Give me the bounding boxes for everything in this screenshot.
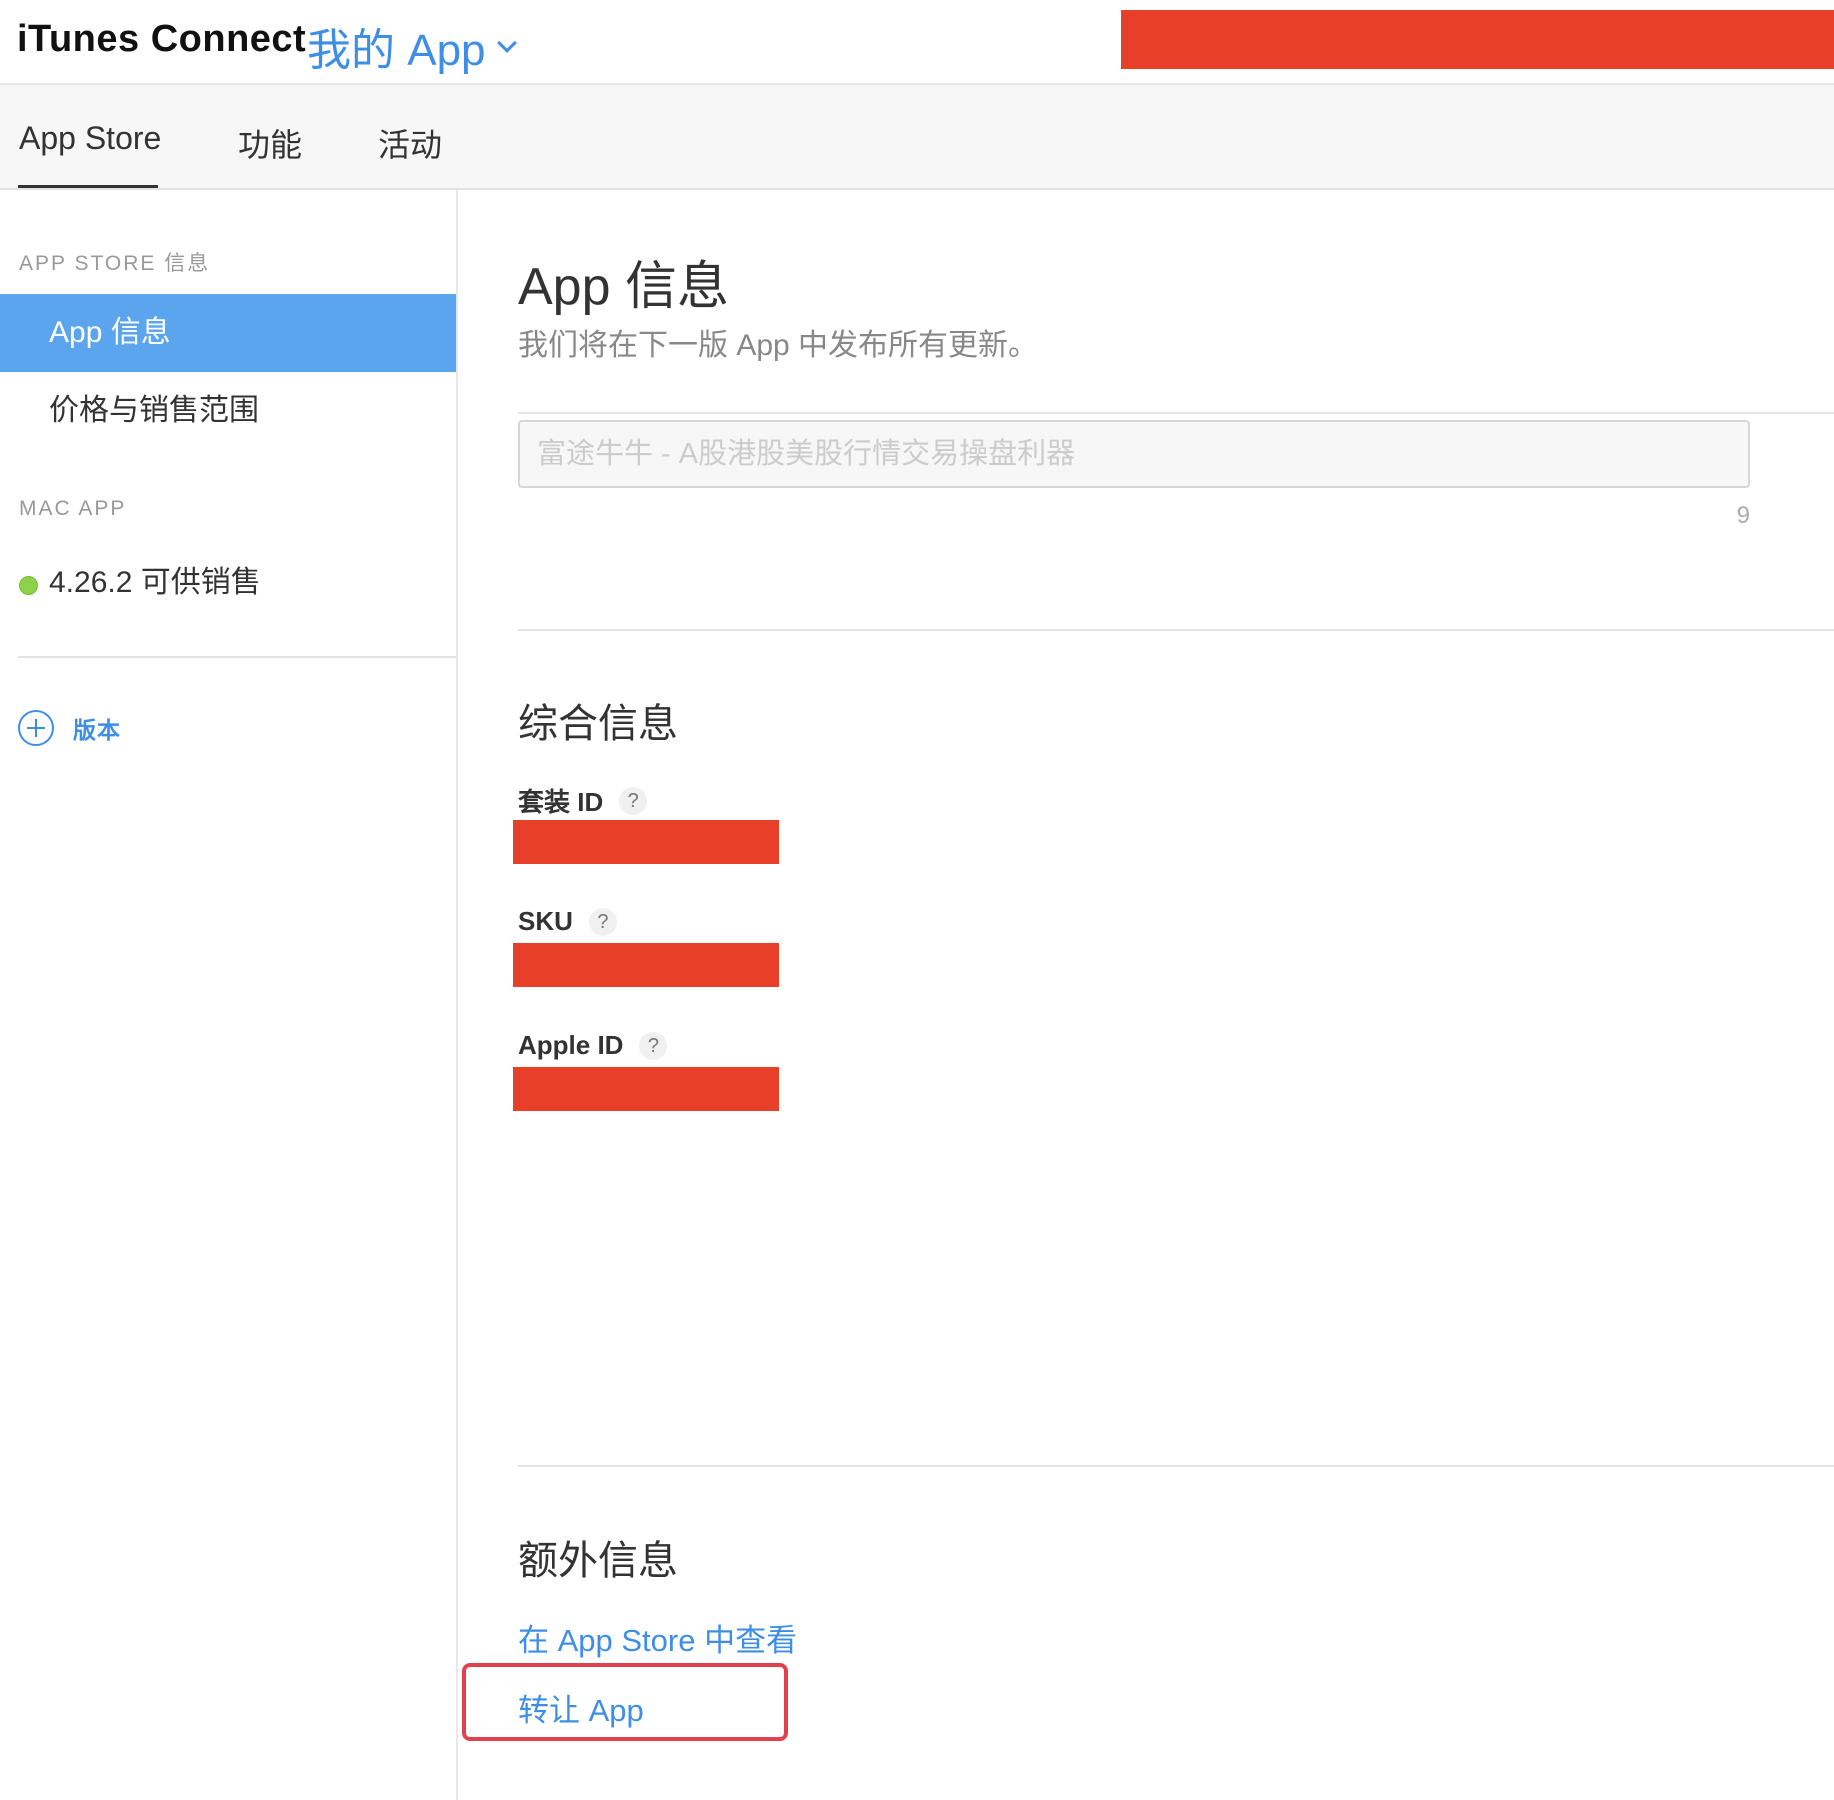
sidebar: APP STORE 信息 App 信息 价格与销售范围 MAC APP 4.26… [0, 190, 458, 1800]
char-count: 9 [1736, 502, 1750, 529]
sku-label-text: SKU [518, 906, 573, 936]
sidebar-item-pricing[interactable]: 价格与销售范围 [0, 372, 456, 450]
sidebar-item-app-info[interactable]: App 信息 [0, 294, 456, 372]
help-icon[interactable]: ? [588, 907, 617, 936]
help-icon[interactable]: ? [639, 1031, 668, 1060]
add-version-label: 版本 [73, 717, 121, 743]
app-name-input[interactable] [518, 420, 1750, 488]
tab-bar: App Store 功能 活动 [0, 85, 1834, 190]
transfer-app-highlight [462, 1663, 788, 1741]
my-apps-menu[interactable]: 我的 App [307, 14, 517, 78]
main-content: App 信息 我们将在下一版 App 中发布所有更新。 9 综合信息 套装 ID… [458, 190, 1834, 1800]
tab-features[interactable]: 功能 [238, 120, 302, 166]
page: iTunes Connect 我的 App App Store 功能 活动 AP… [0, 0, 1834, 1800]
divider [518, 412, 1834, 414]
chevron-down-icon [496, 33, 517, 53]
divider [518, 1465, 1834, 1467]
view-on-app-store-link[interactable]: 在 App Store 中查看 [518, 1615, 797, 1660]
general-info-title: 综合信息 [518, 702, 678, 746]
sku-label: SKU ? [518, 906, 617, 937]
additional-info-title: 额外信息 [518, 1539, 678, 1583]
page-subtitle: 我们将在下一版 App 中发布所有更新。 [518, 329, 1039, 362]
apple-id-label: Apple ID ? [518, 1030, 668, 1061]
redacted-bundle-id [513, 820, 779, 864]
top-bar: iTunes Connect 我的 App [0, 0, 1834, 85]
bundle-id-label: 套装 ID ? [518, 782, 648, 819]
active-tab-indicator [18, 185, 158, 188]
add-version-button[interactable]: 版本 [18, 710, 121, 746]
apple-id-label-text: Apple ID [518, 1030, 624, 1060]
tab-app-store[interactable]: App Store [19, 120, 161, 157]
divider [518, 629, 1834, 631]
page-title: App 信息 [518, 258, 729, 316]
redacted-sku [513, 943, 779, 987]
brand-title[interactable]: iTunes Connect [17, 18, 306, 61]
bundle-id-label-text: 套装 ID [518, 787, 604, 817]
sidebar-section-mac-app: MAC APP [19, 497, 127, 520]
my-apps-menu-label: 我的 App [307, 26, 486, 75]
help-icon[interactable]: ? [619, 786, 648, 815]
redacted-apple-id [513, 1067, 779, 1111]
tab-activity[interactable]: 活动 [378, 120, 442, 166]
sidebar-section-app-store: APP STORE 信息 [19, 252, 211, 275]
redacted-account-area [1121, 10, 1834, 69]
sidebar-divider [18, 656, 456, 658]
plus-circle-icon [18, 710, 54, 746]
sidebar-item-version[interactable]: 4.26.2 可供销售 [0, 544, 456, 622]
